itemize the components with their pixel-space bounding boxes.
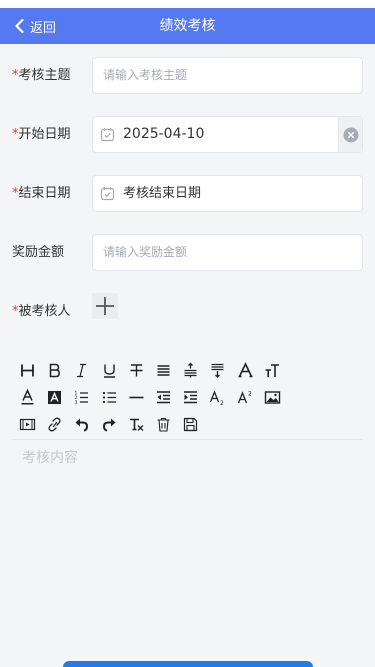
calendar-icon: [100, 128, 115, 142]
superscript-icon[interactable]: 2: [232, 387, 259, 409]
topic-input[interactable]: 请输入考核主题: [92, 57, 363, 94]
image-icon[interactable]: [259, 387, 286, 409]
horizontal-rule-icon[interactable]: [123, 387, 150, 409]
outdent-icon[interactable]: [150, 387, 177, 409]
clear-date-button[interactable]: [338, 117, 362, 152]
topic-row: *考核主题 请输入考核主题: [12, 57, 363, 95]
end-date-label-text: 结束日期: [18, 186, 71, 201]
background-color-icon[interactable]: [41, 387, 68, 409]
ordered-list-icon[interactable]: 123: [68, 387, 95, 409]
add-assessee-button[interactable]: [92, 293, 118, 319]
end-date-picker[interactable]: 考核结束日期: [92, 175, 363, 212]
start-date-picker[interactable]: 2025-04-10: [92, 116, 363, 153]
reward-row: 奖励金额 请输入奖励金额: [12, 234, 363, 272]
clear-format-icon[interactable]: [123, 414, 150, 436]
topic-label: *考核主题: [12, 57, 71, 95]
editor-content-area[interactable]: 考核内容: [22, 447, 78, 467]
undo-icon[interactable]: [68, 414, 95, 436]
topic-label-text: 考核主题: [18, 68, 71, 83]
editor-toolbar: 123 2 2: [14, 357, 364, 438]
font-family-icon[interactable]: [232, 360, 259, 382]
link-icon[interactable]: [41, 414, 68, 436]
bold-icon[interactable]: [41, 360, 68, 382]
toolbar-row: [14, 357, 364, 384]
reward-placeholder: 请输入奖励金额: [103, 245, 188, 259]
svg-text:3: 3: [75, 400, 78, 406]
status-bar: [0, 0, 375, 8]
align-justify-icon[interactable]: [150, 360, 177, 382]
end-date-row: *结束日期 考核结束日期: [12, 175, 363, 213]
start-date-value: 2025-04-10: [123, 126, 205, 142]
underline-icon[interactable]: [96, 360, 123, 382]
start-date-label-text: 开始日期: [18, 127, 71, 142]
indent-icon[interactable]: [177, 387, 204, 409]
reward-input[interactable]: 请输入奖励金额: [92, 234, 363, 271]
font-color-icon[interactable]: [14, 387, 41, 409]
reward-label: 奖励金额: [12, 245, 65, 260]
submit-button[interactable]: [63, 661, 313, 667]
unordered-list-icon[interactable]: [96, 387, 123, 409]
toolbar-row: 123 2 2: [14, 384, 364, 411]
video-icon[interactable]: [14, 414, 41, 436]
assessee-label-text: 被考核人: [18, 304, 71, 319]
start-date-label: *开始日期: [12, 116, 71, 154]
page-title: 绩效考核: [159, 18, 216, 34]
svg-text:2: 2: [220, 400, 224, 406]
calendar-icon: [100, 187, 115, 201]
italic-icon[interactable]: [68, 360, 95, 382]
editor-divider: [12, 439, 363, 440]
save-icon[interactable]: [177, 414, 204, 436]
nav-bar: 返回 绩效考核: [0, 8, 375, 44]
paragraph-spacing-icon[interactable]: [204, 360, 231, 382]
strikethrough-icon[interactable]: [123, 360, 150, 382]
toolbar-row: [14, 411, 364, 438]
assessee-row: *被考核人: [12, 293, 363, 331]
clear-icon: [343, 127, 359, 143]
heading-icon[interactable]: [14, 360, 41, 382]
svg-text:2: 2: [248, 391, 252, 398]
topic-placeholder: 请输入考核主题: [103, 68, 188, 82]
line-height-icon[interactable]: [177, 360, 204, 382]
redo-icon[interactable]: [96, 414, 123, 436]
end-date-label: *结束日期: [12, 175, 71, 213]
plus-icon: [96, 297, 114, 315]
end-date-placeholder: 考核结束日期: [123, 186, 202, 201]
font-size-icon[interactable]: [259, 360, 286, 382]
delete-icon[interactable]: [150, 414, 177, 436]
assessee-label: *被考核人: [12, 293, 71, 331]
start-date-row: *开始日期 2025-04-10: [12, 116, 363, 154]
subscript-icon[interactable]: 2: [204, 387, 231, 409]
